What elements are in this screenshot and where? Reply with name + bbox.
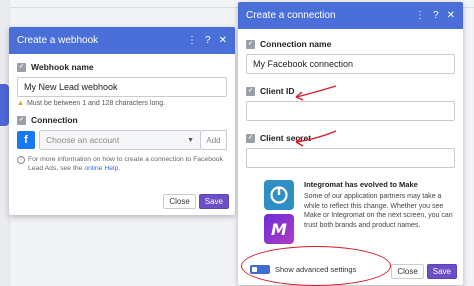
make-logo-icon: M bbox=[264, 214, 294, 244]
close-icon[interactable]: ✕ bbox=[447, 10, 455, 21]
save-button[interactable]: Save bbox=[426, 264, 457, 279]
chevron-down-icon: ▼ bbox=[187, 136, 194, 144]
webhook-name-label: ✓ Webhook name bbox=[17, 62, 94, 72]
annotation-arrow-client-secret bbox=[295, 130, 337, 147]
help-icon[interactable]: ? bbox=[433, 10, 439, 21]
notice-body: Some of our application partners may tak… bbox=[304, 193, 453, 229]
annotation-arrow-client-id bbox=[295, 85, 337, 101]
client-id-input[interactable] bbox=[246, 101, 455, 121]
create-connection-dialog: Create a connection ⋮ ? ✕ ✓ Connection n… bbox=[238, 2, 463, 285]
checkbox-icon[interactable]: ✓ bbox=[246, 86, 255, 96]
notice-title: Integromat has evolved to Make bbox=[304, 180, 418, 189]
checkbox-icon[interactable]: ✓ bbox=[17, 115, 26, 125]
webhook-name-hint: ▲ Must be between 1 and 128 characters l… bbox=[17, 100, 166, 107]
help-icon[interactable]: ? bbox=[205, 35, 211, 46]
online-help-link[interactable]: online Help bbox=[84, 165, 118, 172]
facebook-icon: f bbox=[17, 131, 35, 149]
client-secret-input[interactable] bbox=[246, 148, 455, 168]
checkbox-icon[interactable]: ✓ bbox=[246, 133, 255, 143]
connection-name-input[interactable]: My Facebook connection bbox=[246, 54, 455, 74]
connection-help: i For more information on how to create … bbox=[17, 156, 227, 174]
connection-name-label: ✓ Connection name bbox=[246, 39, 332, 49]
close-button[interactable]: Close bbox=[391, 264, 424, 279]
warning-icon: ▲ bbox=[17, 100, 24, 107]
client-id-label: ✓ Client ID bbox=[246, 86, 295, 96]
webhook-name-input[interactable]: My New Lead webhook bbox=[17, 77, 227, 97]
dialog-title: Create a webhook bbox=[17, 35, 99, 46]
more-icon[interactable]: ⋮ bbox=[187, 35, 197, 46]
connection-row: f Choose an account ▼ Add bbox=[17, 130, 227, 150]
create-webhook-dialog: Create a webhook ⋮ ? ✕ ✓ Webhook name My… bbox=[9, 27, 235, 215]
canvas-module-hint bbox=[0, 84, 9, 126]
add-connection-button[interactable]: Add bbox=[201, 130, 227, 150]
checkbox-icon[interactable]: ✓ bbox=[17, 62, 26, 72]
info-icon: i bbox=[17, 156, 25, 164]
rebrand-notice: M Integromat has evolved to Make Some of… bbox=[246, 180, 455, 244]
connection-label: ✓ Connection bbox=[17, 115, 78, 125]
dialog-header: Create a webhook ⋮ ? ✕ bbox=[9, 27, 235, 54]
integromat-logo-icon bbox=[264, 180, 294, 210]
annotation-circle-advanced bbox=[241, 246, 391, 286]
checkbox-icon[interactable]: ✓ bbox=[246, 39, 255, 49]
save-button[interactable]: Save bbox=[198, 194, 229, 209]
more-icon[interactable]: ⋮ bbox=[415, 10, 425, 21]
connection-select[interactable]: Choose an account ▼ bbox=[39, 130, 201, 150]
close-icon[interactable]: ✕ bbox=[219, 35, 227, 46]
dialog-title: Create a connection bbox=[246, 10, 336, 21]
dialog-header: Create a connection ⋮ ? ✕ bbox=[238, 2, 463, 29]
client-secret-label: ✓ Client secret bbox=[246, 133, 312, 143]
close-button[interactable]: Close bbox=[163, 194, 196, 209]
